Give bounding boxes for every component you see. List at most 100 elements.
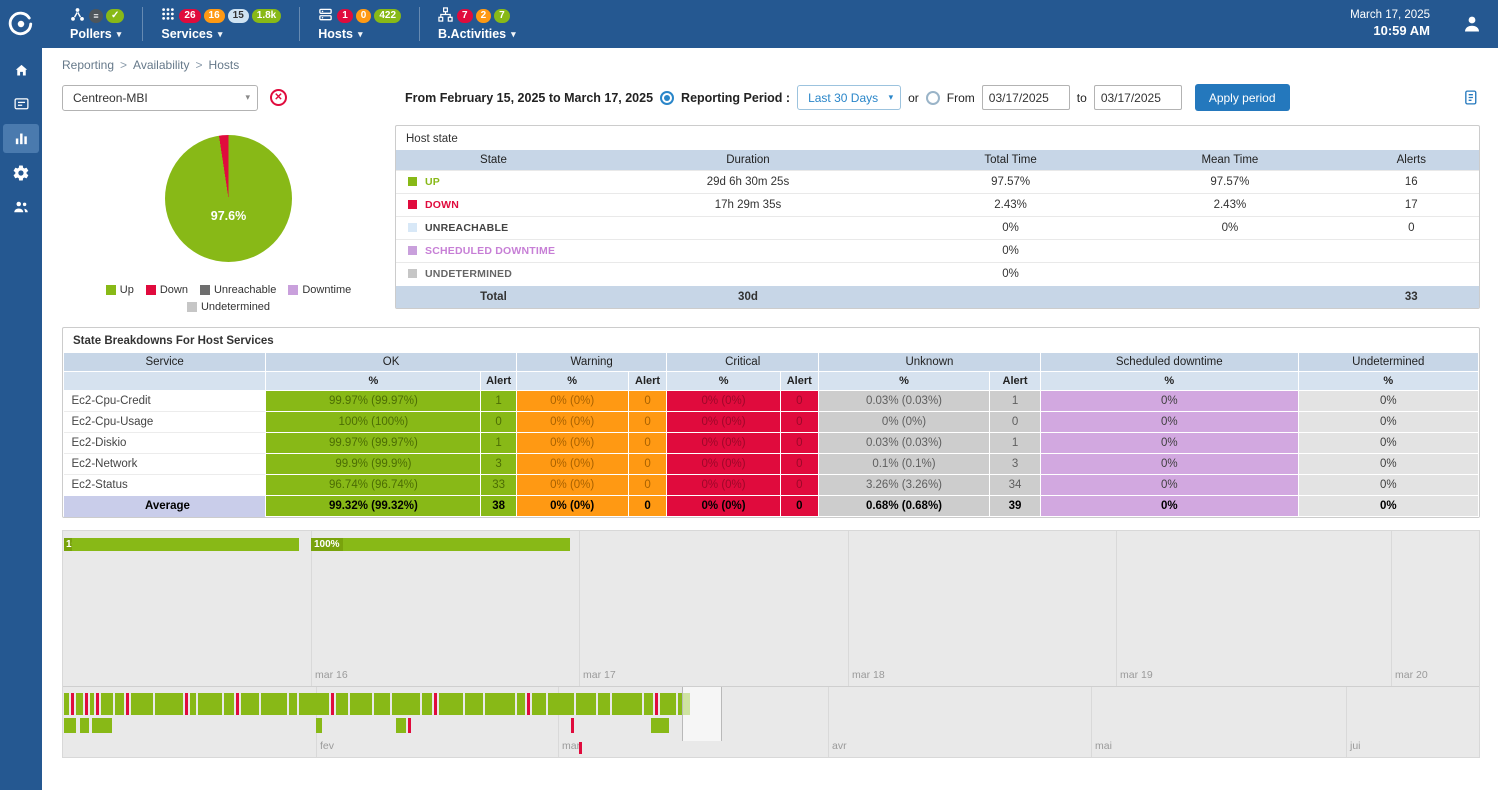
value-cell: 0.03% (0.03%) <box>818 391 989 412</box>
lines-badge-icon[interactable]: ≡ <box>89 9 103 23</box>
duration-cell <box>591 240 905 263</box>
navigator-bar <box>350 693 372 715</box>
pie-percent-label: 97.6% <box>165 209 292 223</box>
reporting-period-radio[interactable] <box>660 91 674 105</box>
sidebar-item-monitoring[interactable] <box>3 90 39 119</box>
sidebar-item-configuration[interactable] <box>3 158 39 187</box>
breadcrumb-reporting[interactable]: Reporting <box>62 58 114 72</box>
status-badge[interactable]: 7 <box>457 9 473 23</box>
state-breakdowns-title: State Breakdowns For Host Services <box>63 328 1479 352</box>
availability-timeline[interactable]: mar 16mar 17mar 18mar 19mar 20100%100% <box>63 531 1479 686</box>
value-cell: 0 <box>628 454 667 475</box>
navigator-selection-window[interactable] <box>682 687 722 741</box>
poller-icon <box>70 7 85 25</box>
clear-selection-icon[interactable]: ✕ <box>270 89 287 106</box>
status-badge[interactable]: 16 <box>204 9 225 23</box>
apply-period-button[interactable]: Apply period <box>1195 84 1290 111</box>
legend-label: Unreachable <box>214 284 276 296</box>
state-label: SCHEDULED DOWNTIME <box>425 245 555 257</box>
total-time-cell: 0% <box>905 217 1116 240</box>
value-cell: 33 <box>481 475 516 496</box>
centreon-logo[interactable] <box>0 0 42 48</box>
value-cell: 3 <box>481 454 516 475</box>
timeline-tick-label: mar 19 <box>1120 669 1153 681</box>
sidebar-item-reporting[interactable] <box>3 124 39 153</box>
navigator-bar <box>101 693 113 715</box>
state-cell: UP <box>396 171 591 194</box>
navigator-bar <box>289 693 297 715</box>
export-report-icon[interactable] <box>1463 89 1480 106</box>
status-badge[interactable]: 422 <box>374 9 401 23</box>
reporting-period-select[interactable]: Last 30 Days ▾ <box>797 85 901 110</box>
breadcrumb-hosts[interactable]: Hosts <box>209 58 240 72</box>
timeline-gridline <box>848 531 849 686</box>
mean-time-cell <box>1116 240 1343 263</box>
navigator-bar <box>185 693 188 715</box>
status-badge[interactable]: 1 <box>337 9 353 23</box>
menu-hosts[interactable]: 10422 Hosts▾ <box>300 0 419 48</box>
value-cell: 0% <box>1041 496 1299 517</box>
timeline-navigator[interactable]: fevmaravrmaijui <box>63 686 1479 757</box>
bar-chart-icon <box>13 130 30 147</box>
navigator-bar <box>408 718 411 733</box>
mean-time-cell: 2.43% <box>1116 194 1343 217</box>
column-header: Alerts <box>1344 150 1479 171</box>
navigator-tick-label: mar <box>562 740 580 752</box>
duration-cell <box>591 217 905 240</box>
status-badge[interactable]: 15 <box>228 9 249 23</box>
menu-pollers[interactable]: ≡✓ Pollers▾ <box>52 0 142 48</box>
menu-services[interactable]: 2616151.8k Services▾ <box>143 0 299 48</box>
check-badge-icon[interactable]: ✓ <box>106 9 124 23</box>
total-time-cell: 0% <box>905 263 1116 286</box>
column-header: OK <box>266 353 516 372</box>
status-badge[interactable]: 1.8k <box>252 9 281 23</box>
current-date: March 17, 2025 <box>1350 7 1430 23</box>
custom-period-radio[interactable] <box>926 91 940 105</box>
timeline-tick-label: mar 18 <box>852 669 885 681</box>
breadcrumb-separator: > <box>196 58 203 72</box>
host-state-tbody: UP29d 6h 30m 25s97.57%97.57%16DOWN17h 29… <box>396 171 1479 286</box>
duration-cell: 29d 6h 30m 25s <box>591 171 905 194</box>
service-name-cell: Ec2-Cpu-Credit <box>64 391 266 412</box>
navigator-bar <box>224 693 234 715</box>
sidebar-item-home[interactable] <box>3 56 39 85</box>
legend-label: Down <box>160 284 188 296</box>
value-cell: 34 <box>990 475 1041 496</box>
value-cell: 0% <box>1041 391 1299 412</box>
status-badge[interactable]: 7 <box>494 9 510 23</box>
group-header-row: Service OK Warning Critical Unknown Sche… <box>64 353 1479 372</box>
breadcrumb: Reporting>Availability>Hosts <box>42 48 1498 76</box>
chevron-down-icon: ▾ <box>245 92 250 103</box>
state-color-swatch <box>408 223 417 232</box>
column-header: Duration <box>591 150 905 171</box>
state-cell: UNREACHABLE <box>396 217 591 240</box>
alerts-cell: 0 <box>1344 217 1479 240</box>
pie-legend: UpDownUnreachableDowntimeUndetermined <box>84 284 374 313</box>
menu-business-activities[interactable]: 727 B.Activities▾ <box>420 0 534 48</box>
value-cell: 0 <box>990 412 1041 433</box>
status-badge[interactable]: 26 <box>179 9 200 23</box>
legend-item: Down <box>146 284 188 296</box>
value-cell: 0 <box>628 391 667 412</box>
datetime-display: March 17, 2025 10:59 AM <box>1350 0 1446 48</box>
status-badge[interactable]: 0 <box>356 9 372 23</box>
status-badge[interactable]: 2 <box>476 9 492 23</box>
state-label: UNDETERMINED <box>425 268 512 280</box>
navigator-bar <box>485 693 515 715</box>
value-cell: 38 <box>481 496 516 517</box>
from-date-input[interactable] <box>982 85 1070 110</box>
value-cell: 0.68% (0.68%) <box>818 496 989 517</box>
navigator-bar <box>374 693 390 715</box>
services-status-badges: 26 16151.8k <box>179 9 281 23</box>
to-date-input[interactable] <box>1094 85 1182 110</box>
value-cell: 99.9% (99.9%) <box>266 454 481 475</box>
sidebar-item-administration[interactable] <box>3 192 39 221</box>
host-state-table: State Duration Total Time Mean Time Aler… <box>396 150 1479 308</box>
host-group-select[interactable]: Centreon-MBI ▾ <box>62 85 258 111</box>
breadcrumb-availability[interactable]: Availability <box>133 58 189 72</box>
timeline-tick-label: mar 16 <box>315 669 348 681</box>
total-duration: 30d <box>591 286 905 309</box>
user-menu[interactable] <box>1446 0 1498 48</box>
value-cell: 0 <box>628 475 667 496</box>
value-cell: 0 <box>628 433 667 454</box>
